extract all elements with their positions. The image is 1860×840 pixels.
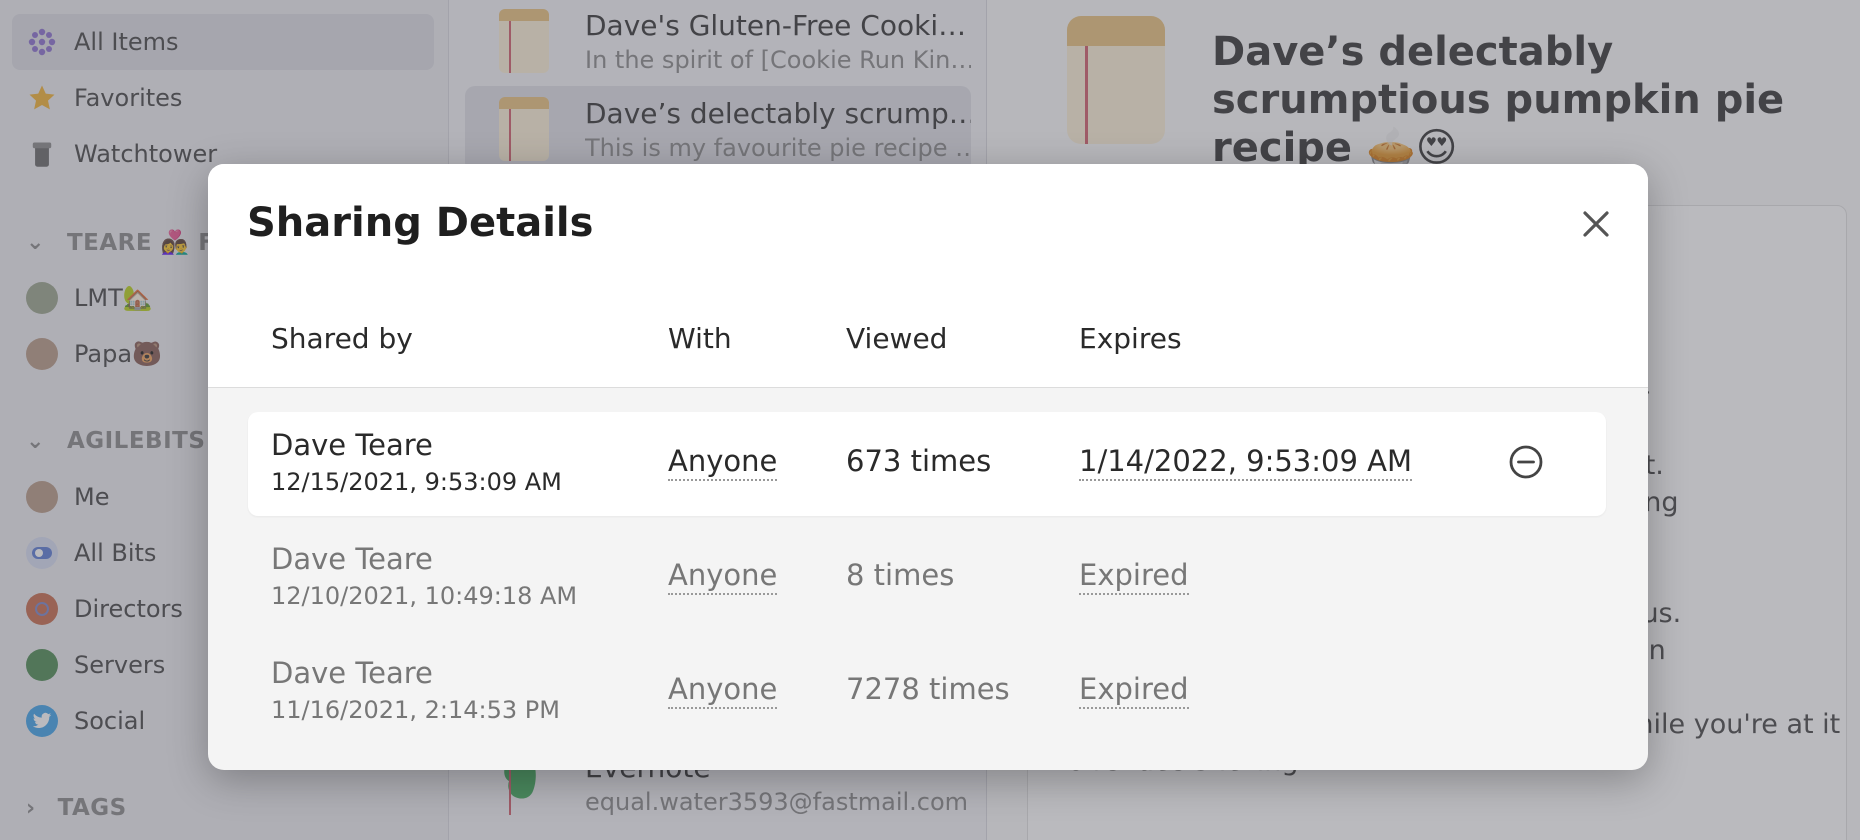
shared-date: 11/16/2021, 2:14:53 PM [271, 696, 560, 724]
view-count: 673 times [846, 444, 992, 478]
share-row: Dave Teare 12/10/2021, 10:49:18 AM Anyon… [248, 526, 1606, 630]
share-row: Dave Teare 11/16/2021, 2:14:53 PM Anyone… [248, 640, 1606, 744]
shared-date: 12/15/2021, 9:53:09 AM [271, 468, 562, 496]
sharing-details-dialog: Sharing Details Shared by With Viewed Ex… [208, 164, 1648, 770]
expires-date[interactable]: 1/14/2022, 9:53:09 AM [1079, 444, 1413, 481]
column-header-viewed: Viewed [846, 322, 948, 355]
dialog-header: Sharing Details Shared by With Viewed Ex… [208, 164, 1648, 388]
close-button[interactable] [1574, 202, 1618, 246]
shared-date: 12/10/2021, 10:49:18 AM [271, 582, 578, 610]
column-header-shared-by: Shared by [271, 322, 413, 355]
share-with[interactable]: Anyone [668, 672, 778, 709]
expires-status[interactable]: Expired [1079, 558, 1189, 595]
column-header-with: With [668, 322, 732, 355]
close-icon [1583, 211, 1609, 237]
share-with[interactable]: Anyone [668, 558, 778, 595]
revoke-share-button[interactable] [1508, 444, 1544, 480]
share-with[interactable]: Anyone [668, 444, 778, 481]
view-count: 7278 times [846, 672, 1010, 706]
column-header-expires: Expires [1079, 322, 1182, 355]
shared-by-name: Dave Teare [271, 542, 433, 576]
shared-by-name: Dave Teare [271, 656, 433, 690]
share-row: Dave Teare 12/15/2021, 9:53:09 AM Anyone… [248, 412, 1606, 516]
minus-circle-icon [1509, 445, 1543, 479]
view-count: 8 times [846, 558, 955, 592]
expires-status[interactable]: Expired [1079, 672, 1189, 709]
dialog-title: Sharing Details [247, 200, 594, 246]
shared-by-name: Dave Teare [271, 428, 433, 462]
